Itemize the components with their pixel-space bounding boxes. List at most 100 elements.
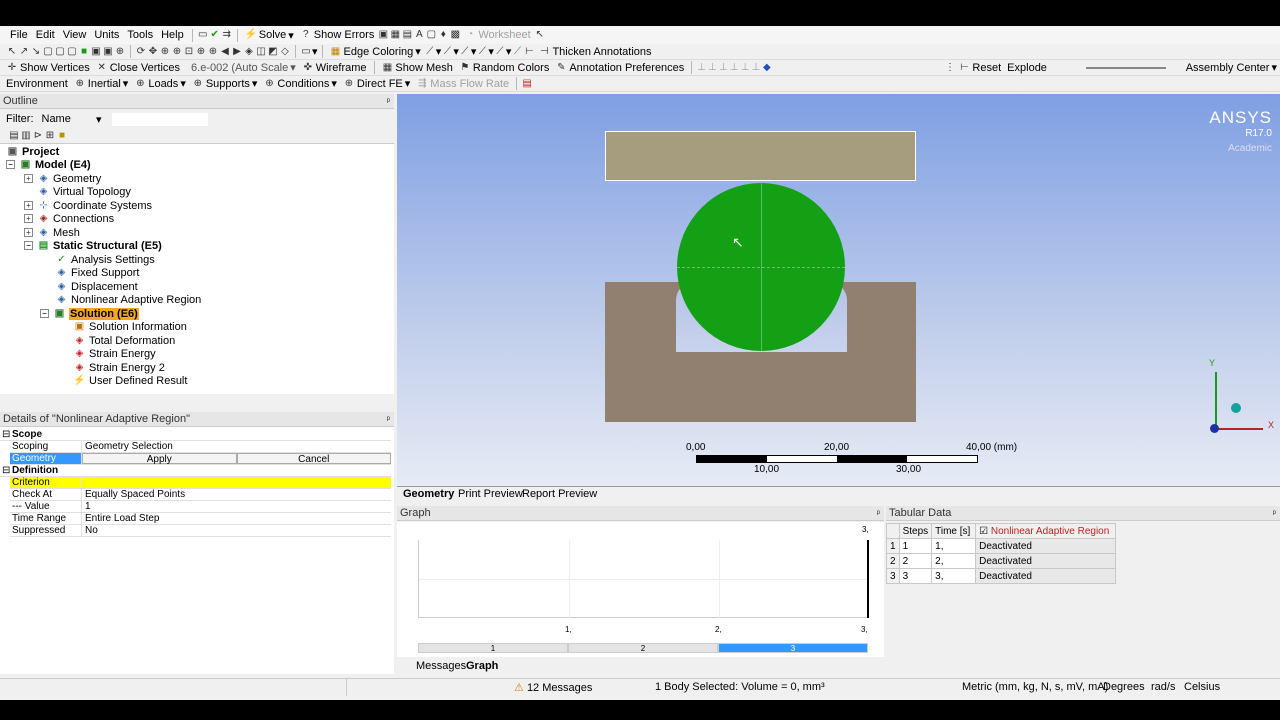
next-view-icon[interactable]: ▶ <box>231 46 243 58</box>
tree-item-strain-energy-2[interactable]: ◈ Strain Energy 2 <box>73 361 165 374</box>
menu-help[interactable]: Help <box>157 29 188 41</box>
menu-units[interactable]: Units <box>90 29 123 41</box>
expand-icon[interactable]: + <box>24 201 33 210</box>
select-icon[interactable]: ▢ <box>425 29 437 41</box>
collapse-icon[interactable]: − <box>6 160 15 169</box>
tree-folder-icon[interactable]: ■ <box>56 130 68 142</box>
top-plate[interactable] <box>605 131 916 181</box>
probe-icon[interactable]: ▣ <box>377 29 389 41</box>
tree-item-fixed-support[interactable]: ◈ Fixed Support <box>55 266 140 279</box>
pointer-icon[interactable]: ↖ <box>6 46 18 58</box>
tree-item-strain-energy[interactable]: ◈ Strain Energy <box>73 347 156 360</box>
face-select-icon[interactable]: ▢ <box>66 46 78 58</box>
tab-report-preview[interactable]: Report Preview <box>522 488 597 500</box>
annotation-preferences-button[interactable]: ✎ Annotation Preferences <box>555 62 684 74</box>
menu-file[interactable]: File <box>6 29 32 41</box>
tab-geometry[interactable]: Geometry <box>403 488 454 500</box>
menu-view[interactable]: View <box>59 29 91 41</box>
assembly-center-dropdown[interactable]: Assembly Center ▾ <box>1186 61 1277 75</box>
collapse-icon[interactable]: − <box>24 241 33 250</box>
tree-item-mesh[interactable]: + ◈ Mesh <box>24 226 80 239</box>
expand-icon[interactable]: + <box>24 228 33 237</box>
edge-select-icon[interactable]: ▢ <box>54 46 66 58</box>
zoom-box-icon[interactable]: ⊡ <box>183 46 195 58</box>
close-vertices-button[interactable]: ✕ Close Vertices <box>96 62 181 74</box>
step-2[interactable]: 2 <box>568 643 718 653</box>
tree-item-geometry[interactable]: + ◈ Geometry <box>24 172 101 185</box>
direct-fe-dropdown[interactable]: ⊕ Direct FE ▾ <box>343 77 411 91</box>
cancel-button[interactable]: Cancel <box>236 453 391 465</box>
edge-style-4-icon[interactable]: ⟋ <box>476 46 488 58</box>
table-row[interactable]: 3 3 3, Deactivated <box>886 568 1117 584</box>
reset-button[interactable]: ⊢ Reset <box>958 62 1001 74</box>
inertial-dropdown[interactable]: ⊕ Inertial ▾ <box>74 77 129 91</box>
scoping-method-row[interactable]: Scoping MethodGeometry Selection <box>10 441 391 453</box>
tab-print-preview[interactable]: Print Preview <box>458 488 523 500</box>
tree-item-solution-information[interactable]: ▣ Solution Information <box>73 320 187 333</box>
tree-expand-icon[interactable]: ⊳ <box>32 130 44 142</box>
pin-icon[interactable]: ᵖ <box>387 412 390 427</box>
table-row[interactable]: 2 2 2, Deactivated <box>886 553 1117 569</box>
loads-dropdown[interactable]: ⊕ Loads ▾ <box>134 77 186 91</box>
refresh-icon[interactable]: ⇉ <box>221 29 233 41</box>
tree-item-user-defined-result[interactable]: ⚡ User Defined Result <box>73 374 187 387</box>
lock-icon[interactable]: ◩ <box>267 46 279 58</box>
explode-5-icon[interactable]: ⊥ <box>740 62 751 74</box>
col-nonlinear-adaptive-region[interactable]: ☑ Nonlinear Adaptive Region <box>975 523 1117 539</box>
col-steps[interactable]: Steps <box>898 523 933 539</box>
thicken-icon[interactable]: ⊢ <box>523 46 535 58</box>
tab-graph[interactable]: Graph <box>466 660 498 672</box>
graph-plot-area[interactable] <box>418 540 869 618</box>
explode-1-icon[interactable]: ⊥ <box>696 62 707 74</box>
graphics-viewport[interactable]: ↖ ANSYS R17.0 Academic 0,00 20,00 40,00 … <box>397 94 1280 486</box>
solve-button[interactable]: ⚡ Solve ▾ <box>245 29 294 42</box>
tree-item-virtual-topology[interactable]: ◈ Virtual Topology <box>37 185 131 198</box>
window-icon[interactable]: ▭ <box>300 46 312 58</box>
definition-group[interactable]: ⊟ Definition <box>0 465 391 477</box>
messages-status[interactable]: ⚠ 12 Messages <box>514 681 592 694</box>
collapse-icon[interactable]: − <box>40 309 49 318</box>
cube-icon[interactable]: ◆ <box>761 62 772 74</box>
menu-edit[interactable]: Edit <box>32 29 59 41</box>
show-errors-button[interactable]: ? Show Errors <box>300 29 374 41</box>
unit-system-status[interactable]: Metric (mm, kg, N, s, mV, mA) <box>962 681 1108 693</box>
tree-item-solution[interactable]: − ▣ Solution (E6) <box>40 307 139 320</box>
select-mode-icon[interactable]: ↘ <box>30 46 42 58</box>
pin-icon[interactable]: ᵖ <box>387 94 390 109</box>
explode-4-icon[interactable]: ⊥ <box>729 62 740 74</box>
element-select-icon[interactable]: ▣ <box>102 46 114 58</box>
menu-tools[interactable]: Tools <box>123 29 157 41</box>
auto-scale-field[interactable]: 6.e-002 (Auto Scale ▾ <box>191 61 296 75</box>
pointer2-icon[interactable]: ↗ <box>18 46 30 58</box>
worksheet-button[interactable]: ◔ Worksheet <box>464 29 530 41</box>
edge-style-6-icon[interactable]: ⟋ <box>511 46 523 58</box>
tree-collapse-icon[interactable]: ⊞ <box>44 130 56 142</box>
save-icon[interactable]: ▭ <box>197 29 209 41</box>
show-vertices-button[interactable]: ✛ Show Vertices <box>6 62 90 74</box>
geometry-row[interactable]: Geometry Apply Cancel <box>10 453 391 465</box>
filter-input[interactable] <box>111 112 208 126</box>
tree-item-analysis-settings[interactable]: ✓ Analysis Settings <box>55 253 154 266</box>
tree-item-coordinate-systems[interactable]: + ⊹ Coordinate Systems <box>24 199 152 212</box>
conditions-dropdown[interactable]: ⊕ Conditions ▾ <box>263 77 337 91</box>
report-icon[interactable]: ▤ <box>401 29 413 41</box>
temperature-units-status[interactable]: Celsius <box>1184 681 1220 693</box>
expand-icon[interactable]: + <box>24 174 33 183</box>
edge-style-1-icon[interactable]: ⟋ <box>424 46 436 58</box>
step-3[interactable]: 3 <box>718 643 868 653</box>
cs-icon[interactable]: ⊕ <box>114 46 126 58</box>
tree-icon-1[interactable]: ▤ <box>8 130 20 142</box>
edge-style-5-icon[interactable]: ⟋ <box>494 46 506 58</box>
thicken-annotations-button[interactable]: ⊣ Thicken Annotations <box>538 46 651 58</box>
value-row[interactable]: --- Value 1 <box>10 501 391 513</box>
annotation-icon[interactable]: A <box>413 29 425 41</box>
tree-item-connections[interactable]: + ◈ Connections <box>24 212 114 225</box>
angle-units-status[interactable]: Degrees <box>1103 681 1145 693</box>
zoom-icon[interactable]: ⊕ <box>159 46 171 58</box>
tree-item-project[interactable]: ▣ Project <box>6 145 60 158</box>
edge-style-2-icon[interactable]: ⟋ <box>441 46 453 58</box>
tree-item-model[interactable]: − ▣ Model (E4) <box>6 158 91 171</box>
supports-dropdown[interactable]: ⊕ Supports ▾ <box>192 77 258 91</box>
table-row[interactable]: 1 1 1, Deactivated <box>886 538 1117 554</box>
magnifier-icon[interactable]: ⊕ <box>207 46 219 58</box>
